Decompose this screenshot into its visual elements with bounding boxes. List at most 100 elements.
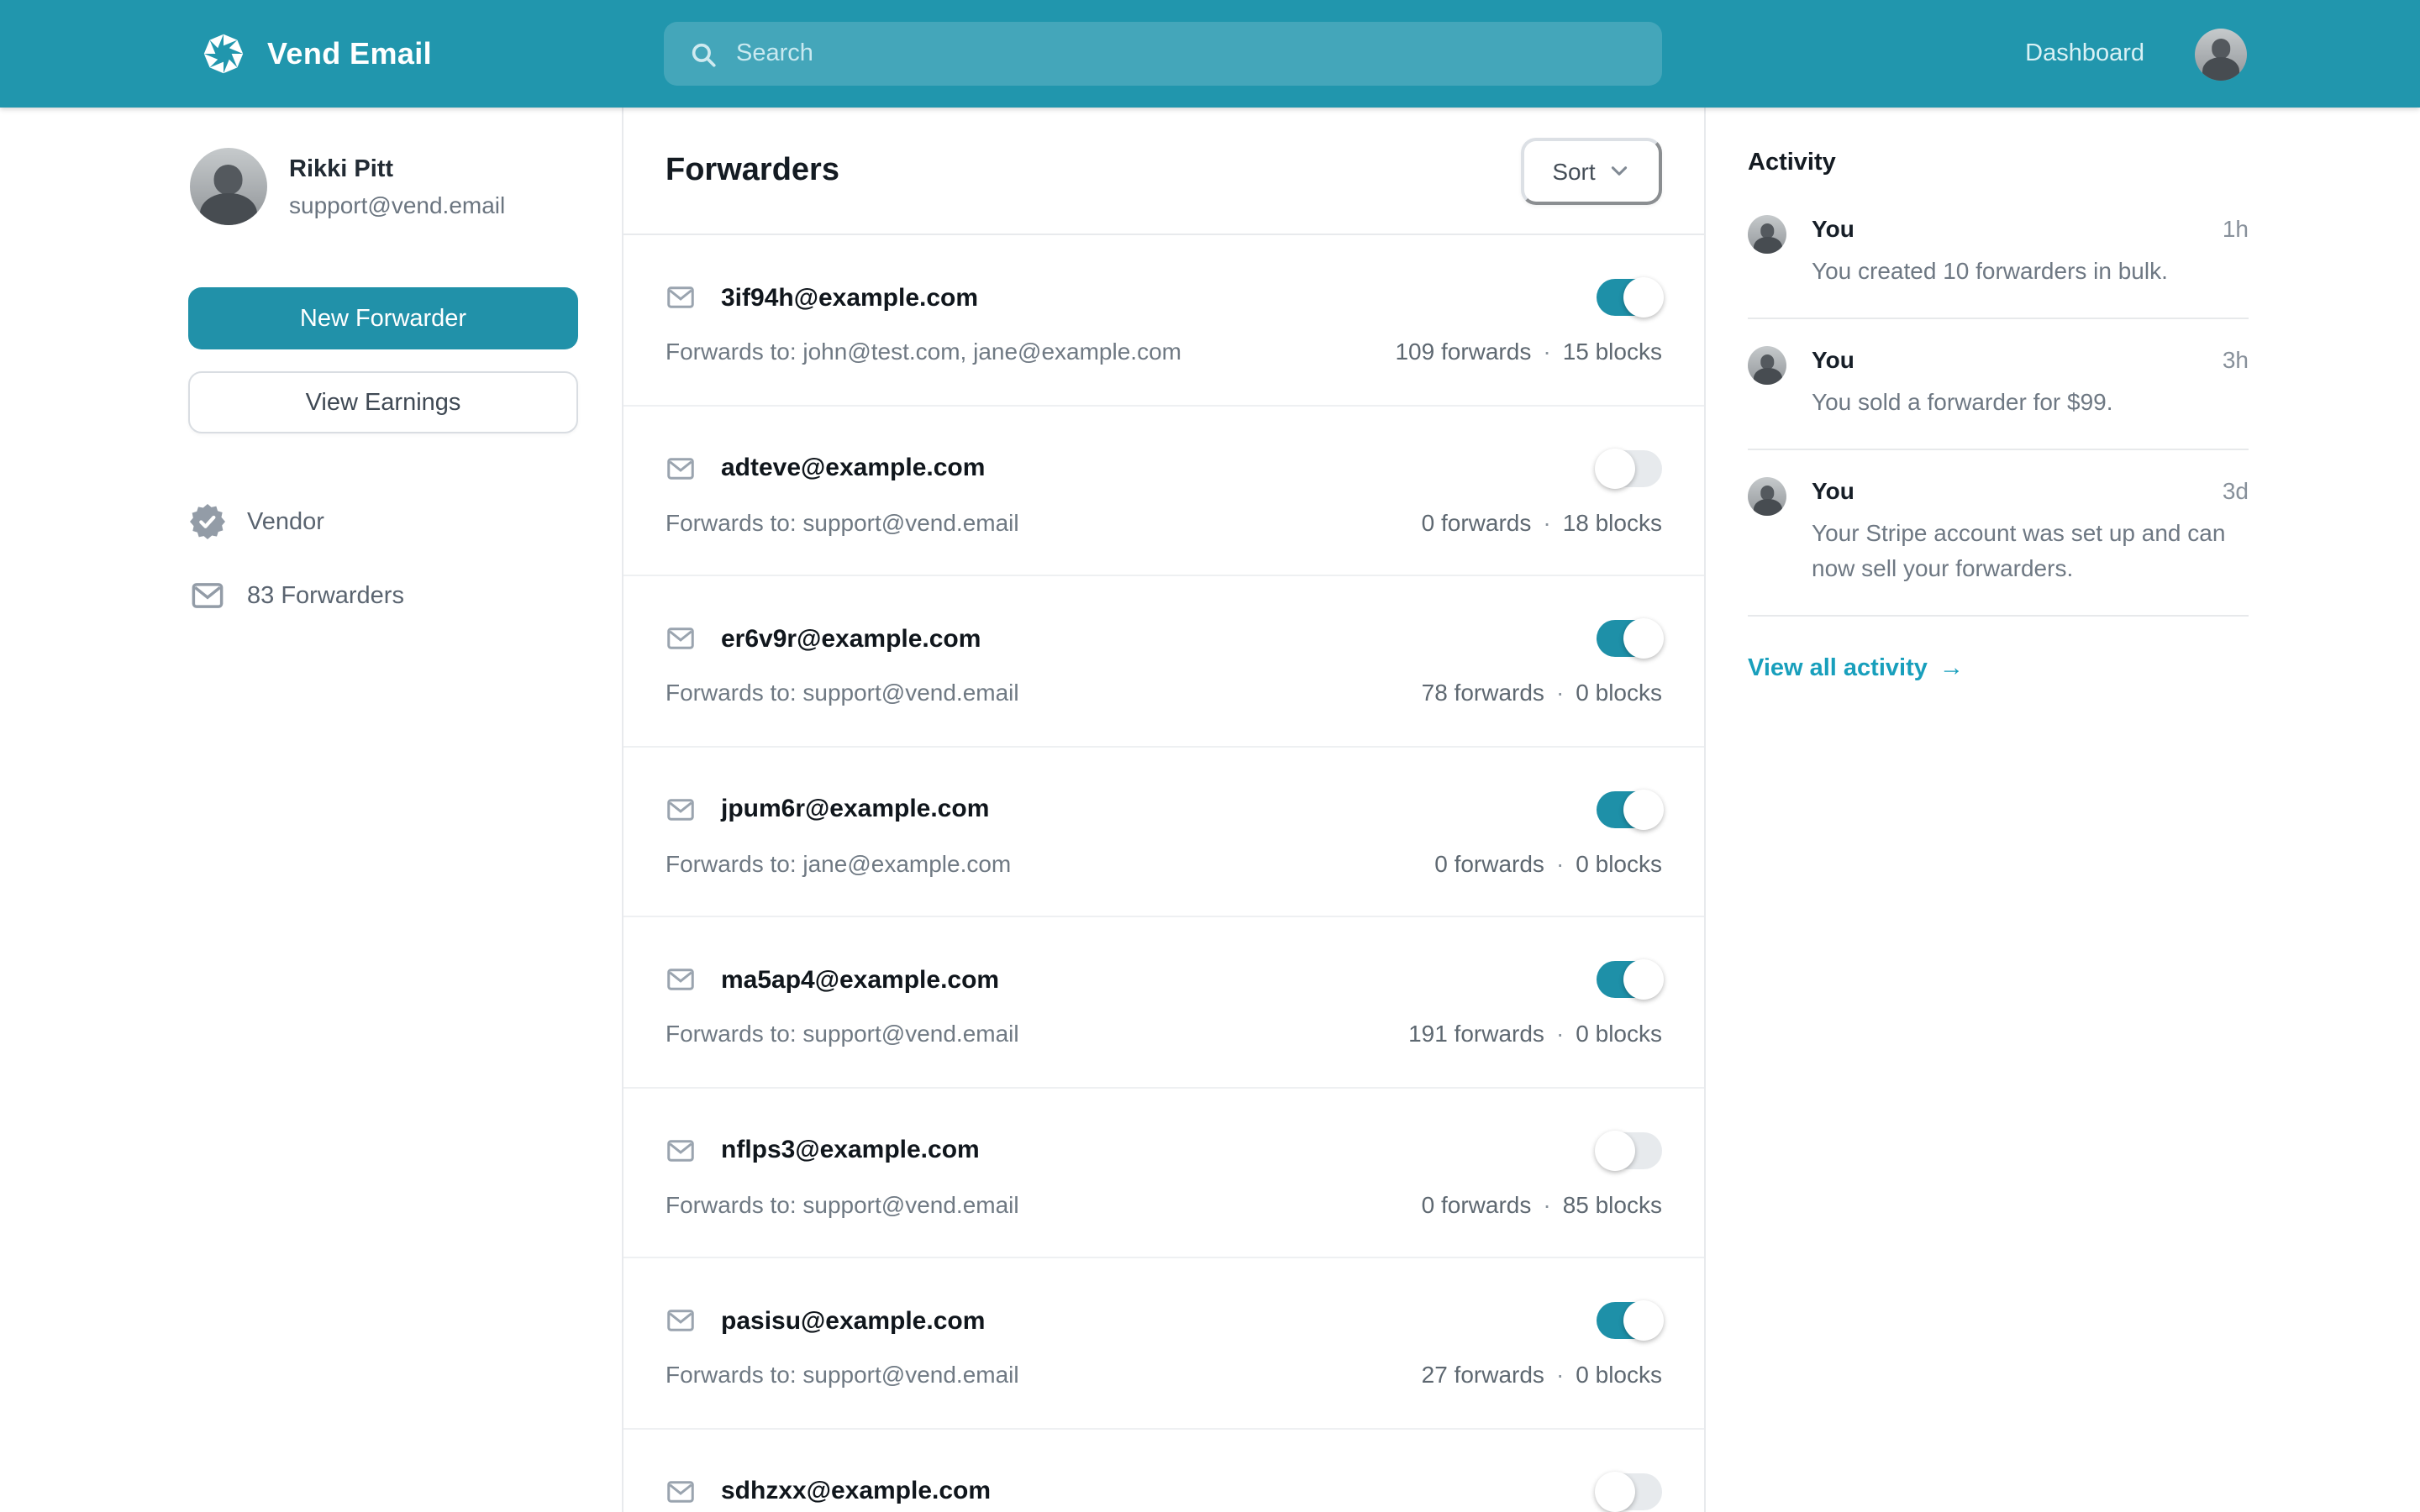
activity-timestamp: 1h [2223,215,2249,242]
forwarder-toggle[interactable] [1597,279,1662,316]
forwards-to-label: Forwards to: support@vend.email [666,1190,1019,1217]
activity-author: You [1812,346,1854,373]
dot-separator: · [1556,1020,1564,1047]
forwarder-row[interactable]: ma5ap4@example.com Forwards to: support@… [623,917,1704,1088]
forwarder-toggle[interactable] [1597,790,1662,827]
pinwheel-logo-icon [198,29,249,79]
activity-text: Your Stripe account was set up and can n… [1812,516,2249,586]
forwards-count: 0 forwards [1422,1190,1532,1217]
user-email: support@vend.email [289,191,505,218]
activity-author: You [1812,215,1854,242]
vendor-badge-icon [190,504,225,539]
dashboard-link[interactable]: Dashboard [2025,40,2144,67]
sidebar-item-forwarders[interactable]: 83 Forwarders [190,578,404,613]
forwarder-row[interactable]: er6v9r@example.com Forwards to: support@… [623,576,1704,747]
forwards-to-label: Forwards to: support@vend.email [666,508,1019,535]
forwarder-address: pasisu@example.com [721,1306,985,1335]
dot-separator: · [1556,679,1564,706]
forwarder-toggle[interactable] [1597,620,1662,657]
forwards-count: 27 forwards [1422,1361,1544,1388]
forwarder-toggle[interactable] [1597,1473,1662,1509]
blocks-count: 0 blocks [1576,679,1662,706]
forwards-to-label: Forwards to: john@test.com, jane@example… [666,338,1181,365]
user-block: Rikki Pitt support@vend.email [190,148,505,225]
left-sidebar: Rikki Pitt support@vend.email New Forwar… [0,108,622,1512]
activity-avatar [1748,346,1786,385]
forwarder-address: er6v9r@example.com [721,624,981,653]
activity-avatar [1748,477,1786,516]
forwards-count: 0 forwards [1422,508,1532,535]
forwarder-address: jpum6r@example.com [721,795,989,823]
activity-item: You 3d Your Stripe account was set up an… [1748,450,2249,617]
view-all-label: View all activity [1748,655,1928,682]
sort-button[interactable]: Sort [1521,137,1662,204]
toggle-knob [1623,277,1664,318]
envelope-icon [666,453,696,483]
view-earnings-button[interactable]: View Earnings [188,371,578,433]
search-bar [664,22,1662,86]
toggle-knob [1595,1471,1635,1511]
sort-label: Sort [1552,157,1595,184]
new-forwarder-button[interactable]: New Forwarder [188,287,578,349]
activity-timestamp: 3h [2223,346,2249,373]
activity-panel: Activity You 1h You created 10 forwarder… [1707,108,2420,1512]
sidebar-item-vendor[interactable]: Vendor [190,504,324,539]
activity-avatar [1748,215,1786,254]
arrow-right-icon: → [1939,655,1964,682]
blocks-count: 0 blocks [1576,1020,1662,1047]
blocks-count: 18 blocks [1563,508,1662,535]
dot-separator: · [1543,338,1550,365]
envelope-icon [666,1476,696,1506]
forwarder-row[interactable]: nflps3@example.com Forwards to: support@… [623,1088,1704,1258]
forwards-count: 109 forwards [1395,338,1531,365]
search-icon [689,39,718,68]
forwarders-panel: Forwarders Sort 3if94h@example.com Forwa… [622,108,1706,1512]
brand-logo[interactable]: Vend Email [198,0,432,108]
user-avatar[interactable] [2195,28,2247,80]
forwarder-toggle[interactable] [1597,1302,1662,1339]
forwarder-toggle[interactable] [1597,1131,1662,1168]
sidebar-item-label: 83 Forwarders [247,582,404,609]
activity-text: You created 10 forwarders in bulk. [1812,254,2249,289]
blocks-count: 15 blocks [1563,338,1662,365]
forwarder-row[interactable]: 3if94h@example.com Forwards to: john@tes… [623,235,1704,406]
search-input[interactable] [736,40,1637,67]
forwards-count: 191 forwards [1408,1020,1544,1047]
forwarder-address: nflps3@example.com [721,1136,980,1164]
forwarder-toggle[interactable] [1597,449,1662,486]
dot-separator: · [1543,1190,1550,1217]
toggle-knob [1595,448,1635,488]
toggle-knob [1623,789,1664,829]
forwards-count: 78 forwards [1422,679,1544,706]
blocks-count: 0 blocks [1576,1361,1662,1388]
forwarder-row[interactable]: sdhzxx@example.com [623,1429,1704,1512]
activity-timestamp: 3d [2223,477,2249,504]
forwarder-row[interactable]: adteve@example.com Forwards to: support@… [623,406,1704,576]
forwarder-row[interactable]: jpum6r@example.com Forwards to: jane@exa… [623,747,1704,917]
chevron-down-icon [1609,160,1631,181]
forwards-to-label: Forwards to: jane@example.com [666,849,1011,876]
forwarder-toggle[interactable] [1597,961,1662,998]
forwards-count: 0 forwards [1434,849,1544,876]
view-all-activity-link[interactable]: View all activity → [1748,655,1964,682]
envelope-icon [666,1305,696,1336]
envelope-icon [666,623,696,654]
activity-author: You [1812,477,1854,504]
user-name: Rikki Pitt [289,155,505,182]
forwards-to-label: Forwards to: support@vend.email [666,679,1019,706]
forwarder-address: adteve@example.com [721,454,985,482]
topbar-right: Dashboard [2025,0,2247,108]
activity-item: You 1h You created 10 forwarders in bulk… [1748,188,2249,319]
forwarder-address: sdhzxx@example.com [721,1477,991,1505]
forwarders-header: Forwarders Sort [623,108,1704,235]
dot-separator: · [1543,508,1550,535]
sidebar-avatar [190,148,267,225]
forwards-to-label: Forwards to: support@vend.email [666,1020,1019,1047]
forwards-to-label: Forwards to: support@vend.email [666,1361,1019,1388]
blocks-count: 0 blocks [1576,849,1662,876]
page-title: Forwarders [666,152,839,189]
sidebar-item-label: Vendor [247,508,324,535]
brand-name: Vend Email [267,36,432,71]
forwarder-row[interactable]: pasisu@example.com Forwards to: support@… [623,1258,1704,1429]
envelope-icon [666,282,696,312]
